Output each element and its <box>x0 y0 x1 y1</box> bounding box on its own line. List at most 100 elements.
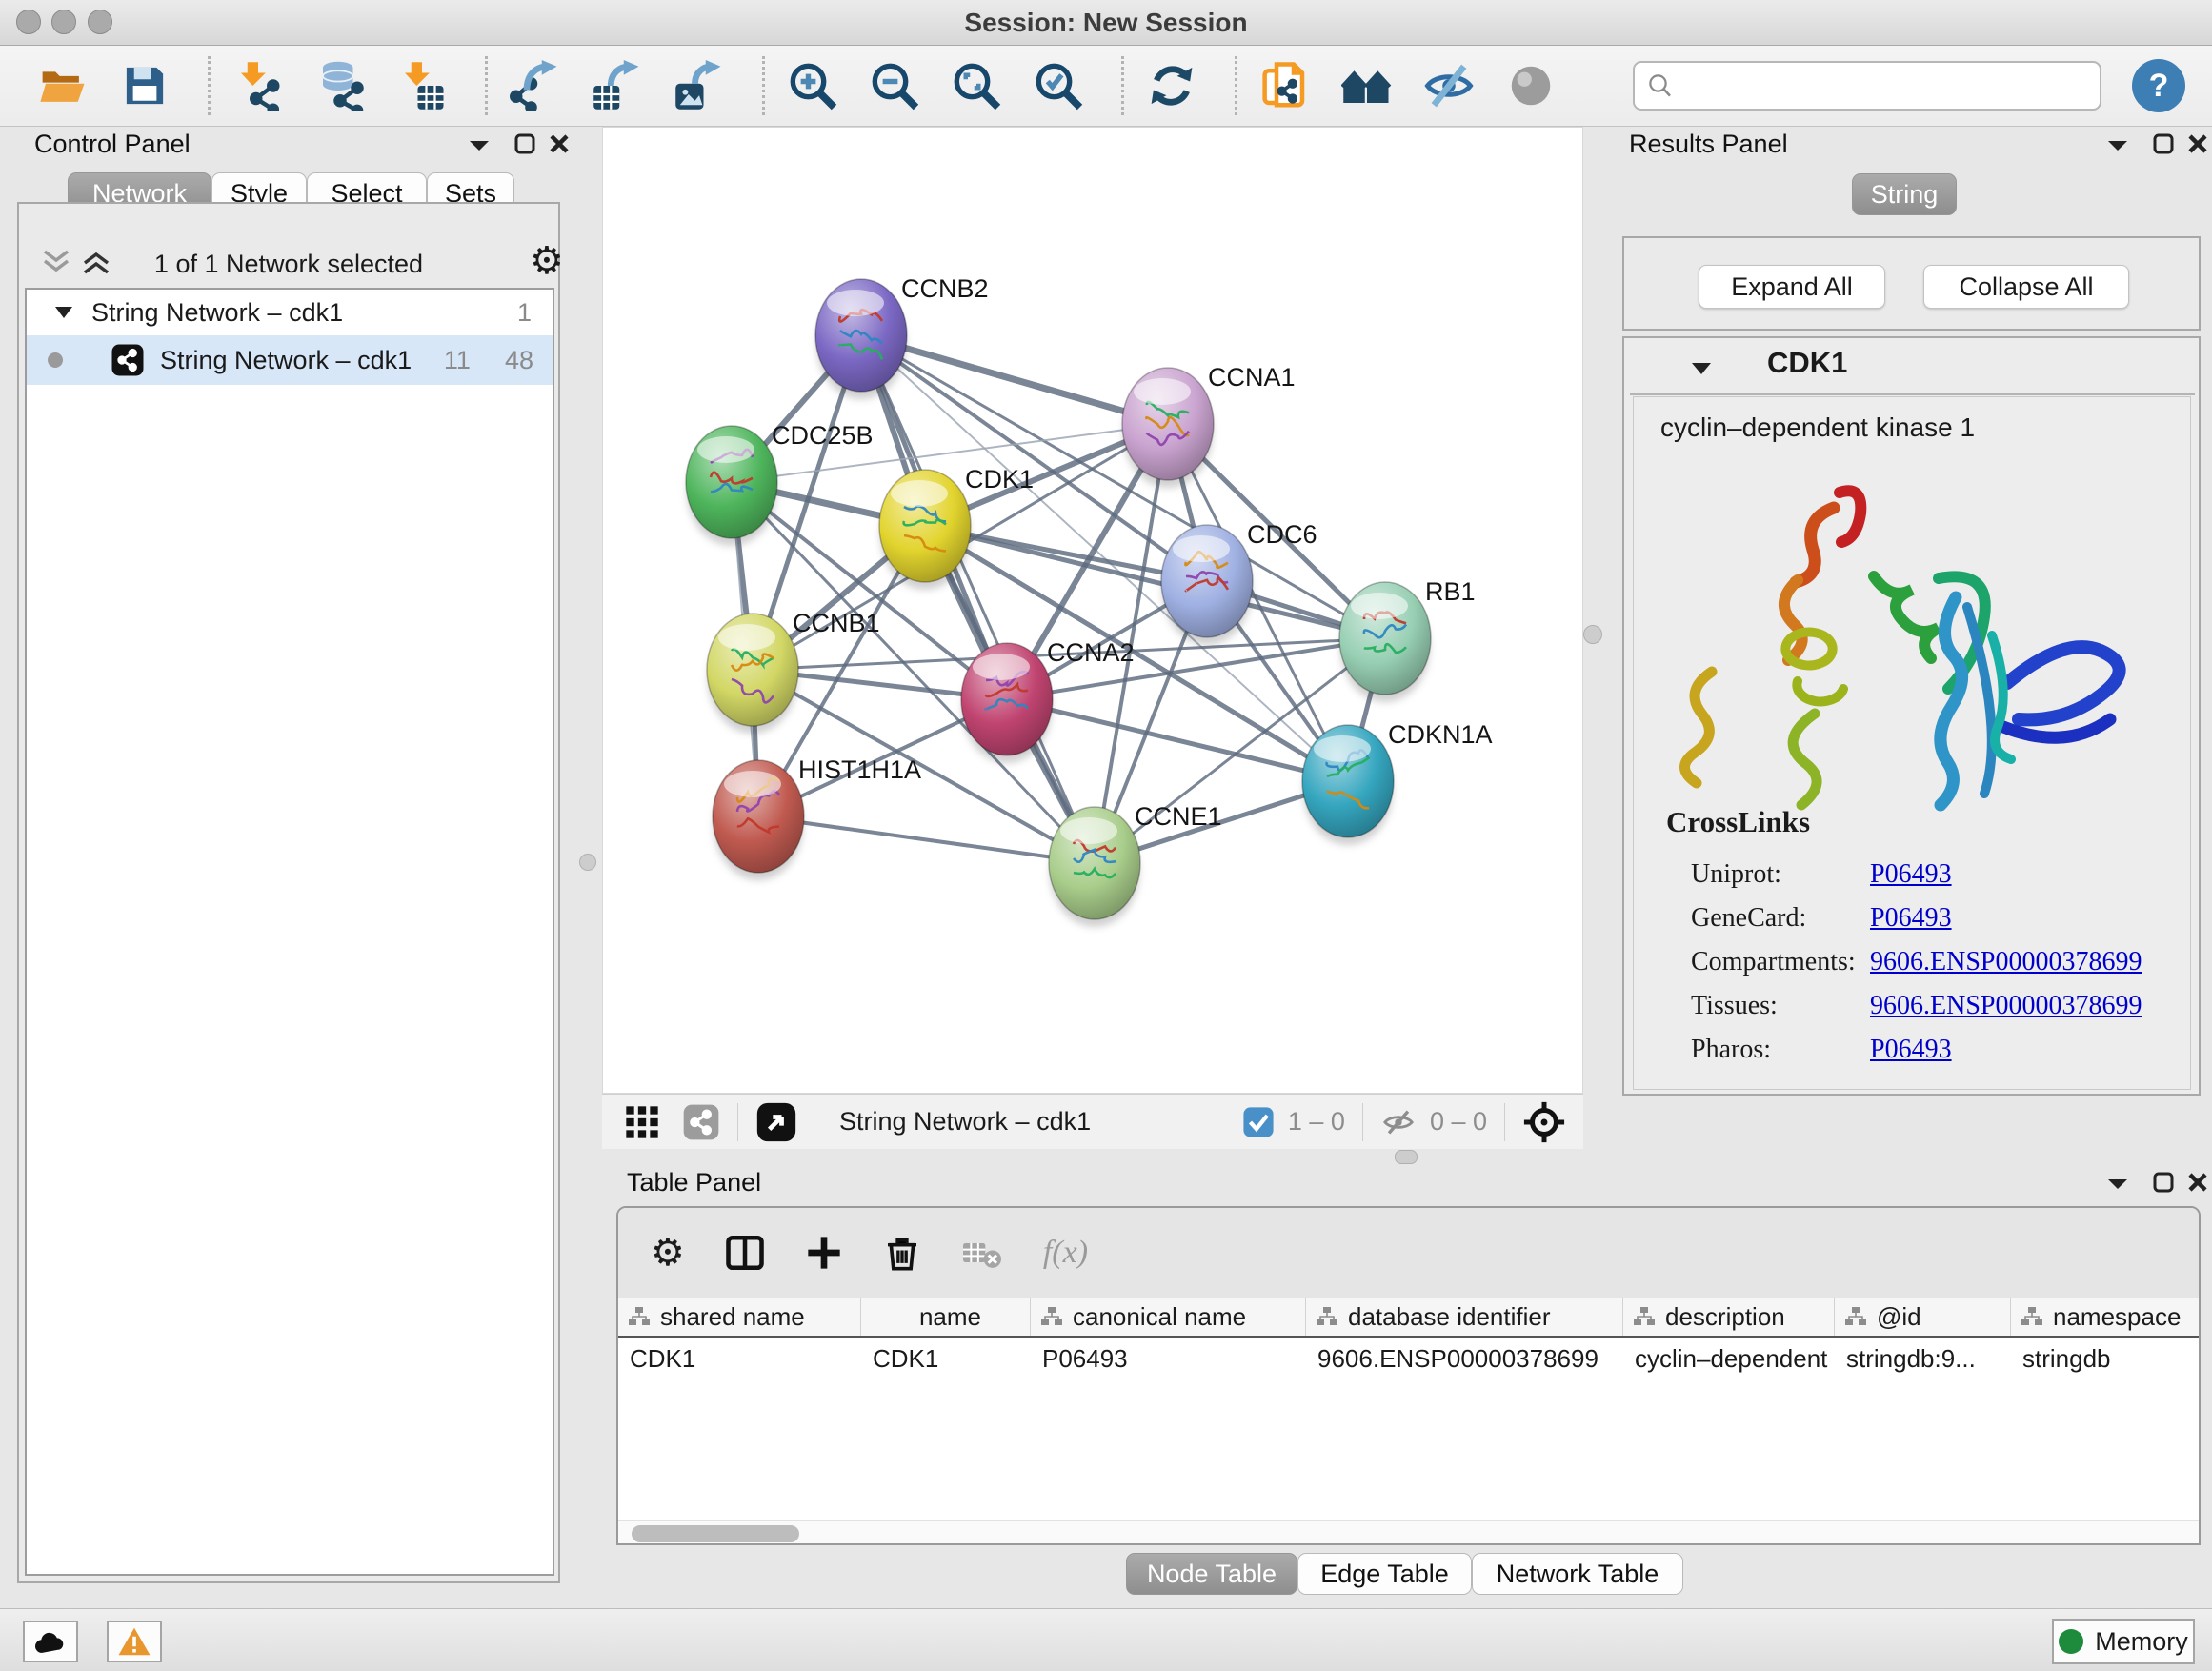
panel-menu-icon[interactable] <box>2105 1176 2130 1193</box>
network-options-gear-icon[interactable]: ⚙ <box>530 242 564 280</box>
clear-table-icon[interactable] <box>961 1234 1003 1272</box>
expand-all-button[interactable]: Expand All <box>1699 265 1885 309</box>
table-cell[interactable]: stringdb <box>2011 1338 2197 1379</box>
column-header[interactable]: @id <box>1835 1298 2011 1336</box>
network-node[interactable]: CCNB1 <box>707 609 880 734</box>
panel-float-icon[interactable] <box>2151 1170 2176 1195</box>
horizontal-scrollbar[interactable] <box>618 1520 2199 1545</box>
crosslink-value-link[interactable]: P06493 <box>1870 896 1952 940</box>
collapse-entry-icon[interactable] <box>1689 359 1714 378</box>
grid-view-icon[interactable] <box>623 1103 661 1141</box>
import-database-button[interactable] <box>313 59 367 112</box>
zoom-out-button[interactable] <box>868 59 921 112</box>
hidden-eye-slash-icon[interactable] <box>1380 1106 1417 1138</box>
column-header[interactable]: namespace <box>2011 1298 2197 1336</box>
vertical-splitter-handle[interactable] <box>579 854 596 871</box>
collapse-all-button[interactable]: Collapse All <box>1923 265 2129 309</box>
crosslink-value-link[interactable]: 9606.ENSP00000378699 <box>1870 984 2142 1028</box>
export-table-button[interactable] <box>591 59 644 112</box>
network-node[interactable]: CDC25B <box>686 421 874 546</box>
table-cell[interactable]: cyclin–dependent ... <box>1623 1338 1835 1379</box>
tab-string[interactable]: String <box>1852 173 1957 215</box>
selected-checkbox-icon[interactable] <box>1242 1106 1275 1138</box>
scrollbar-thumb[interactable] <box>632 1525 799 1542</box>
panel-close-icon[interactable] <box>547 131 572 156</box>
column-header[interactable]: database identifier <box>1306 1298 1623 1336</box>
table-row[interactable]: CDK1 CDK1 P06493 9606.ENSP00000378699 cy… <box>618 1338 2199 1379</box>
panel-menu-icon[interactable] <box>467 137 492 154</box>
tab-node-table[interactable]: Node Table <box>1126 1553 1297 1595</box>
memory-button[interactable]: Memory <box>2052 1619 2195 1664</box>
network-node[interactable]: CCNA2 <box>961 638 1135 763</box>
network-share-icon <box>111 343 145 377</box>
function-builder-icon[interactable]: f(x) <box>1043 1235 1088 1271</box>
crosslink-value-link[interactable]: 9606.ENSP00000378699 <box>1870 940 2142 984</box>
network-edge[interactable] <box>861 335 1168 424</box>
cloud-status-button[interactable] <box>23 1621 78 1662</box>
network-node[interactable]: HIST1H1A <box>713 755 921 880</box>
vertical-splitter-handle[interactable] <box>1583 625 1602 644</box>
network-node[interactable]: CCNB2 <box>815 274 989 399</box>
export-table-icon <box>592 60 643 111</box>
table-cell[interactable]: P06493 <box>1031 1338 1306 1379</box>
column-header[interactable]: shared name <box>618 1298 861 1336</box>
panel-float-icon[interactable] <box>513 131 537 156</box>
crosslink-row: Pharos:P06493 <box>1691 1028 2142 1072</box>
home-view-button[interactable] <box>1340 59 1394 112</box>
panel-menu-icon[interactable] <box>2105 137 2130 154</box>
fit-crosshair-icon[interactable] <box>1522 1100 1566 1144</box>
results-panel-title: Results Panel <box>1629 130 1788 159</box>
network-canvas[interactable]: CCNB2 CCNA1 CDC25BCDK1 CDC6RB1 CCNB1 CCNA2 CDK… <box>602 127 1583 1094</box>
column-header[interactable]: canonical name <box>1031 1298 1306 1336</box>
network-view-share-icon[interactable] <box>682 1103 720 1141</box>
show-eye-button[interactable] <box>1504 59 1558 112</box>
hide-selected-button[interactable] <box>1422 59 1476 112</box>
network-node[interactable]: CDC6 <box>1161 520 1317 645</box>
separator <box>1504 1103 1505 1141</box>
duplicate-network-button[interactable] <box>1258 59 1312 112</box>
save-session-button[interactable] <box>118 59 171 112</box>
network-node[interactable]: RB1 <box>1339 577 1476 702</box>
horizontal-splitter-handle[interactable] <box>1395 1150 1418 1164</box>
add-column-icon[interactable] <box>805 1234 843 1272</box>
export-network-button[interactable] <box>509 59 562 112</box>
import-table-button[interactable] <box>395 59 449 112</box>
column-header[interactable]: name <box>861 1298 1031 1336</box>
network-tree-child-row[interactable]: String Network – cdk1 11 48 <box>27 335 553 385</box>
crosslink-value-link[interactable]: P06493 <box>1870 853 1952 896</box>
search-input[interactable] <box>1675 66 2100 106</box>
help-button[interactable]: ? <box>2132 59 2185 112</box>
panel-close-icon[interactable] <box>2185 131 2210 156</box>
delete-column-icon[interactable] <box>883 1234 921 1272</box>
network-node[interactable]: CDKN1A <box>1302 720 1493 845</box>
table-cell[interactable]: 9606.ENSP00000378699 <box>1306 1338 1623 1379</box>
table-cell[interactable]: CDK1 <box>618 1338 861 1379</box>
warnings-button[interactable] <box>107 1621 162 1662</box>
table-cell[interactable]: CDK1 <box>861 1338 1031 1379</box>
export-image-button[interactable] <box>673 59 726 112</box>
toolbar-search[interactable] <box>1633 61 2101 111</box>
table-cell[interactable]: stringdb:9... <box>1835 1338 2011 1379</box>
network-edge[interactable] <box>758 816 1095 863</box>
network-tree-root-row[interactable]: String Network – cdk1 1 <box>27 290 553 335</box>
crosslink-value-link[interactable]: P06493 <box>1870 1028 1952 1072</box>
refresh-button[interactable] <box>1145 59 1198 112</box>
table-options-gear-icon[interactable]: ⚙ <box>651 1234 685 1272</box>
tab-network-table[interactable]: Network Table <box>1472 1553 1683 1595</box>
main-toolbar: ? <box>0 46 2212 127</box>
import-network-button[interactable] <box>231 59 285 112</box>
show-columns-icon[interactable] <box>725 1233 765 1273</box>
open-session-button[interactable] <box>36 59 90 112</box>
network-node[interactable]: CCNA1 <box>1122 363 1296 488</box>
panel-float-icon[interactable] <box>2151 131 2176 156</box>
birds-eye-view-icon[interactable] <box>755 1101 797 1143</box>
network-node[interactable]: CDK1 <box>879 465 1034 590</box>
column-header[interactable]: description <box>1623 1298 1835 1336</box>
network-node[interactable]: CCNE1 <box>1049 802 1222 927</box>
tree-expander-icon[interactable] <box>53 304 74 321</box>
panel-close-icon[interactable] <box>2185 1170 2210 1195</box>
zoom-selected-button[interactable] <box>1032 59 1085 112</box>
zoom-in-button[interactable] <box>786 59 839 112</box>
tab-edge-table[interactable]: Edge Table <box>1297 1553 1472 1595</box>
zoom-fit-button[interactable] <box>950 59 1003 112</box>
